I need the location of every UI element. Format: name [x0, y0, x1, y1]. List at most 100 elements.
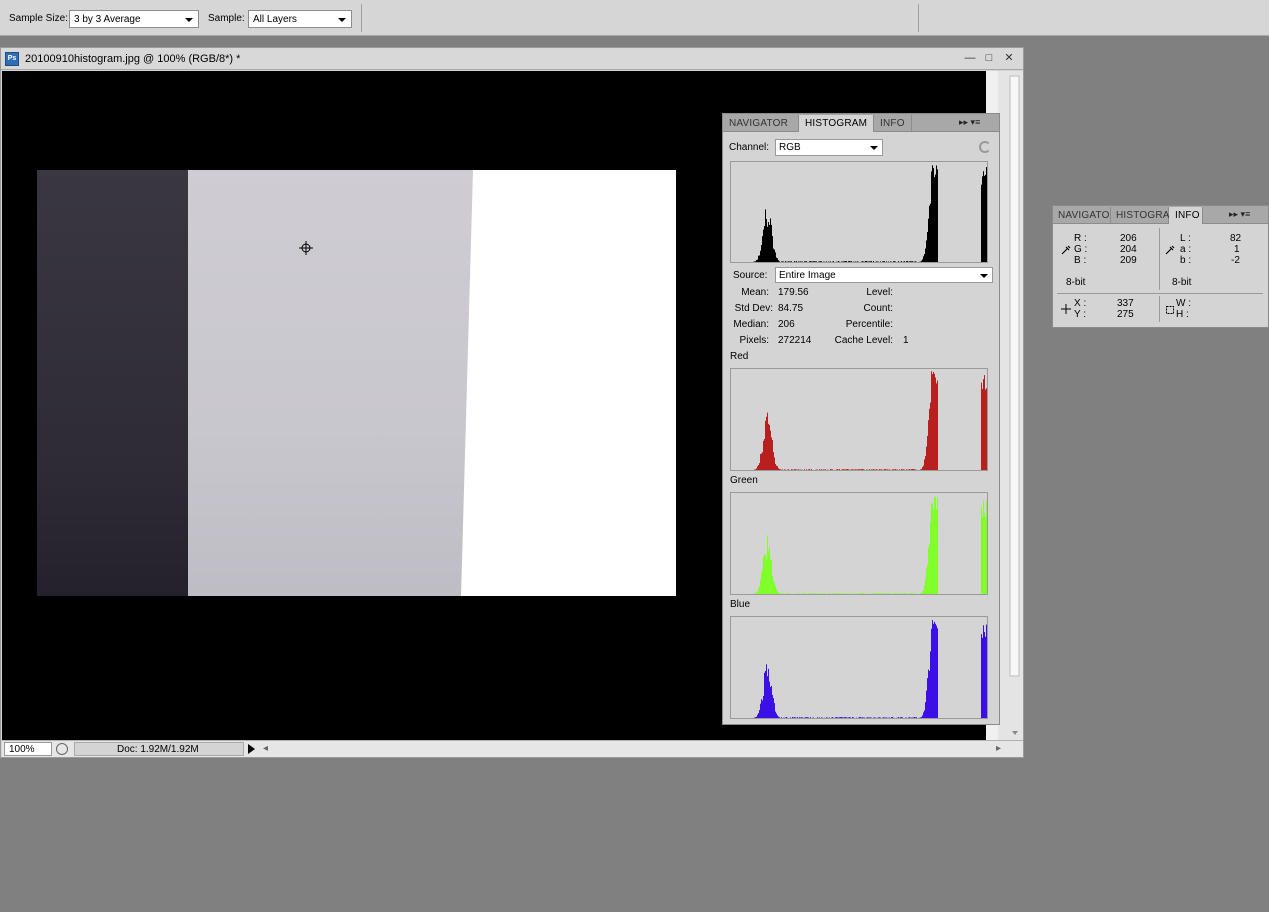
- histogram-bar: [799, 717, 800, 718]
- tab-histogram[interactable]: HISTOGRA: [1111, 207, 1169, 224]
- divider: [1159, 228, 1160, 290]
- sample-size-dropdown[interactable]: 3 by 3 Average: [69, 10, 199, 28]
- zoom-level-field[interactable]: 100%: [4, 742, 52, 756]
- histogram-bar: [759, 710, 760, 718]
- histogram-bar: [780, 593, 781, 594]
- histogram-bar: [826, 261, 827, 262]
- histogram-bar: [850, 717, 851, 718]
- histogram-bar: [776, 465, 777, 470]
- document-title-bar[interactable]: Ps 20100910histogram.jpg @ 100% (RGB/8*)…: [1, 48, 1023, 70]
- histogram-bar: [879, 593, 880, 594]
- histogram-bar: [873, 469, 874, 470]
- crosshair-position-icon: [1061, 304, 1071, 314]
- g-label: G :: [1074, 244, 1088, 255]
- histogram-bar: [933, 623, 934, 718]
- histogram-bar: [779, 717, 780, 718]
- histogram-bar: [982, 176, 983, 262]
- tab-info[interactable]: INFO: [1169, 207, 1203, 224]
- histogram-bar: [794, 261, 795, 262]
- histogram-bar: [826, 717, 827, 718]
- histogram-bar: [816, 261, 817, 262]
- histogram-bar: [859, 717, 860, 718]
- histogram-bar: [804, 261, 805, 262]
- histogram-bar: [985, 516, 986, 594]
- histogram-bar: [934, 496, 935, 594]
- r-label: R :: [1074, 233, 1087, 244]
- tab-histogram[interactable]: HISTOGRAM: [799, 115, 874, 132]
- histogram-bar: [926, 690, 927, 718]
- histogram-bar: [984, 512, 985, 594]
- histogram-bar: [845, 469, 846, 470]
- tab-navigator[interactable]: NAVIGATO: [1053, 207, 1111, 224]
- document-size-info: Doc: 1.92M/1.92M: [74, 742, 244, 756]
- histogram-bar: [771, 685, 772, 718]
- histogram-bar: [776, 257, 777, 262]
- histogram-bar: [915, 261, 916, 262]
- histogram-bar: [936, 165, 937, 262]
- info-panel: NAVIGATO HISTOGRA INFO ▸▸ ▾≡ R : 206 G :…: [1052, 205, 1269, 328]
- close-icon[interactable]: ✕: [1002, 51, 1016, 65]
- tab-navigator[interactable]: NAVIGATOR: [723, 115, 799, 132]
- histogram-bar: [773, 698, 774, 718]
- histogram-bar: [765, 420, 766, 470]
- histogram-bar: [760, 703, 761, 718]
- histogram-bar: [835, 593, 836, 594]
- histogram-bar: [767, 676, 768, 718]
- histogram-bar: [923, 712, 924, 718]
- histogram-bar: [930, 402, 931, 470]
- refresh-icon[interactable]: [979, 141, 991, 153]
- histogram-bar: [903, 469, 904, 470]
- triangle-right-icon[interactable]: [248, 744, 255, 754]
- histogram-bar: [904, 261, 905, 262]
- histogram-bar: [844, 261, 845, 262]
- histogram-bar: [935, 496, 936, 594]
- scroll-right-icon[interactable]: ▸: [996, 743, 1001, 754]
- divider: [361, 4, 362, 32]
- histogram-bar: [922, 715, 923, 718]
- histogram-bar: [766, 558, 767, 594]
- panel-menu-icon[interactable]: ▸▸ ▾≡: [959, 117, 980, 128]
- histogram-bar: [760, 454, 761, 470]
- channel-dropdown[interactable]: RGB: [775, 139, 883, 156]
- sample-size-value: 3 by 3 Average: [74, 14, 141, 25]
- source-dropdown[interactable]: Entire Image: [775, 267, 993, 283]
- histogram-bar: [762, 700, 763, 718]
- status-clock-icon[interactable]: [56, 743, 68, 755]
- histogram-bar: [981, 382, 982, 470]
- histogram-bar: [911, 593, 912, 594]
- histogram-bar: [862, 593, 863, 594]
- histogram-bar: [914, 469, 915, 470]
- histogram-bar: [885, 469, 886, 470]
- histogram-bar: [986, 388, 987, 470]
- histogram-bar: [928, 420, 929, 470]
- maximize-icon[interactable]: □: [982, 51, 996, 65]
- scroll-left-icon[interactable]: ◂: [263, 743, 268, 754]
- histogram-bar: [810, 261, 811, 262]
- histogram-bar: [898, 717, 899, 718]
- histogram-bar: [835, 717, 836, 718]
- histogram-bar: [860, 717, 861, 718]
- histogram-bar: [768, 222, 769, 262]
- sample-dropdown[interactable]: All Layers: [248, 10, 352, 28]
- histogram-bar: [985, 174, 986, 262]
- histogram-bar: [759, 586, 760, 594]
- panel-menu-icon[interactable]: ▸▸ ▾≡: [1229, 209, 1250, 220]
- histogram-bar: [986, 624, 987, 718]
- histogram-bar: [833, 261, 834, 262]
- histogram-bar: [915, 593, 916, 594]
- eyedropper-icon: [1165, 245, 1175, 255]
- histogram-bar: [848, 717, 849, 718]
- histogram-bar: [778, 260, 779, 262]
- histogram-bar: [821, 261, 822, 262]
- tab-info[interactable]: INFO: [874, 115, 912, 132]
- histogram-bar: [876, 593, 877, 594]
- histogram-bar: [847, 469, 848, 470]
- histogram-bar: [985, 636, 986, 718]
- histogram-bar: [886, 261, 887, 262]
- histogram-bar: [814, 261, 815, 262]
- minimize-icon[interactable]: —: [963, 51, 977, 65]
- histogram-bar: [924, 585, 925, 594]
- histogram-bar: [837, 717, 838, 718]
- histogram-bar: [894, 469, 895, 470]
- histogram-bar: [823, 469, 824, 470]
